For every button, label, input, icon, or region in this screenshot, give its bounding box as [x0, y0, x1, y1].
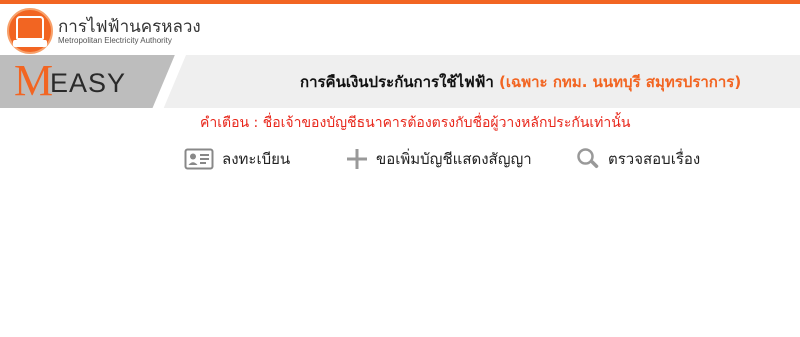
account-name-warning: คำเตือน : ชื่อเจ้าของบัญชีธนาคารต้องตรงก… [200, 115, 631, 131]
service-banner: M EASY การคืนเงินประกันการใช้ไฟฟ้า (เฉพา… [0, 55, 800, 108]
org-name-english: Metropolitan Electricity Authority [58, 36, 172, 45]
search-icon [576, 147, 600, 171]
service-title: การคืนเงินประกันการใช้ไฟฟ้า (เฉพาะ กทม. … [300, 70, 741, 94]
nav-add-contract-account[interactable]: ขอเพิ่มบัญชีแสดงสัญญา [346, 145, 532, 173]
site-header: การไฟฟ้านครหลวง Metropolitan Electricity… [0, 4, 800, 54]
easy-logo-m: M [14, 56, 54, 105]
nav-track-request-label: ตรวจสอบเรื่อง [608, 150, 701, 168]
easy-logo-text: EASY [50, 68, 127, 98]
nav-track-request[interactable]: ตรวจสอบเรื่อง [576, 145, 700, 173]
id-card-icon [184, 147, 214, 171]
mea-seal-icon[interactable] [7, 8, 53, 54]
nav-add-contract-account-label: ขอเพิ่มบัญชีแสดงสัญญา [376, 150, 532, 168]
service-title-main: การคืนเงินประกันการใช้ไฟฟ้า [300, 73, 494, 91]
nav-register-label: ลงทะเบียน [222, 150, 291, 168]
nav-register[interactable]: ลงทะเบียน [184, 145, 290, 173]
plus-icon [346, 148, 368, 170]
service-area: (เฉพาะ กทม. นนทบุรี สมุทรปราการ) [499, 73, 742, 91]
